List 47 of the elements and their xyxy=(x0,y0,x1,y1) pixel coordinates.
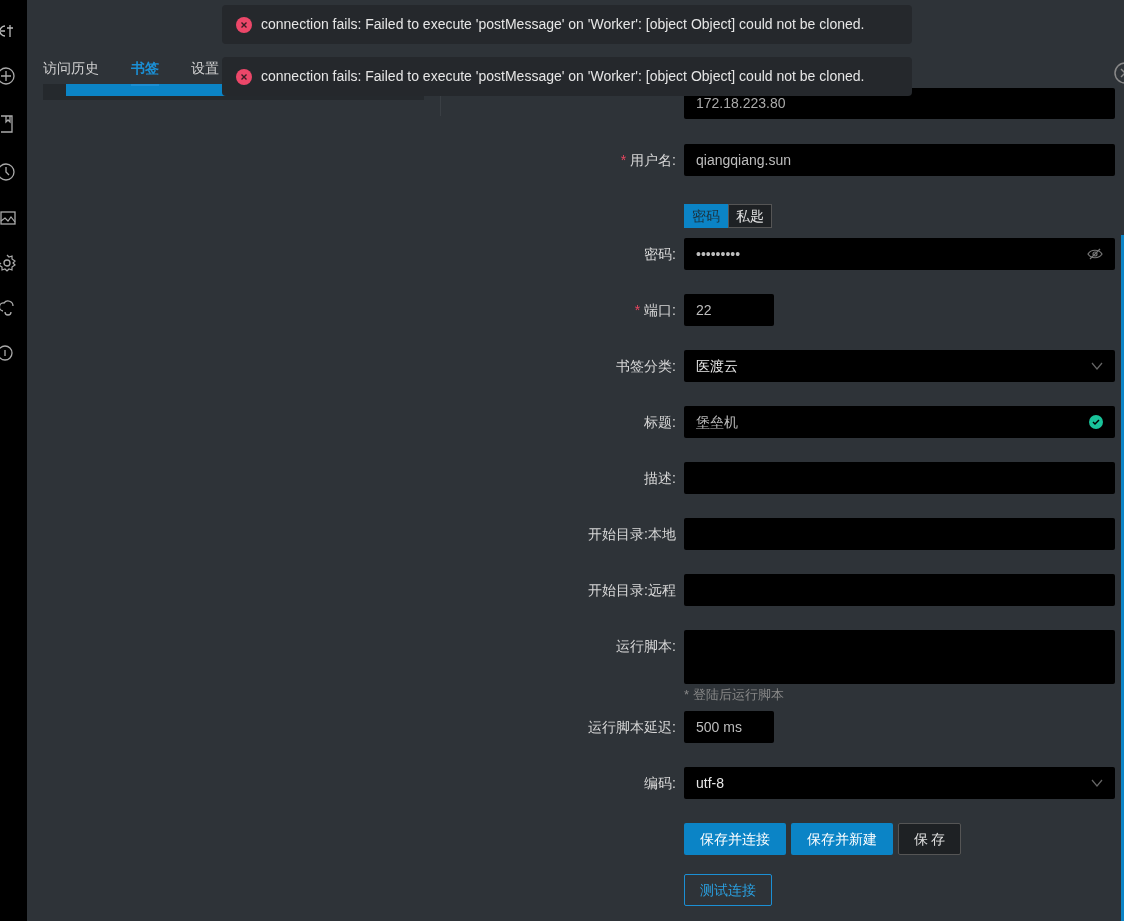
logo-icon xyxy=(0,24,14,38)
input-field[interactable]: ••••••••• xyxy=(684,238,1115,270)
info-icon[interactable] xyxy=(0,344,14,362)
test-connection-button[interactable]: 测试连接 xyxy=(684,874,772,906)
field-label: 端口: xyxy=(644,300,676,320)
field-label: 运行脚本延迟: xyxy=(588,717,676,737)
form-button[interactable]: 保 存 xyxy=(898,823,961,855)
select-field[interactable]: utf-8 xyxy=(684,767,1115,799)
chevron-down-icon xyxy=(1091,779,1103,787)
field-label: 用户名: xyxy=(630,150,676,170)
select-field[interactable]: 医渡云 xyxy=(684,350,1115,382)
bookmark-icon[interactable] xyxy=(0,114,14,134)
plus-icon[interactable] xyxy=(0,66,16,86)
input-field[interactable] xyxy=(684,574,1115,606)
form-button[interactable]: 保存并连接 xyxy=(684,823,786,855)
check-circle-icon xyxy=(1089,415,1103,429)
field-label: 编码: xyxy=(644,773,676,793)
input-field[interactable]: 500 ms xyxy=(684,711,774,743)
hint-text: * 登陆后运行脚本 xyxy=(684,687,785,703)
error-message: connection fails: Failed to execute 'postMessage' on 'Worker': [object Object] could not be cloned. xyxy=(261,67,865,86)
cloud-sync-icon[interactable] xyxy=(0,300,16,316)
tab[interactable]: 设置 xyxy=(191,52,219,86)
field-label: 描述: xyxy=(644,468,676,488)
tab[interactable]: 访问历史 xyxy=(43,52,99,86)
field-label: 标题: xyxy=(644,412,676,432)
field-label: 开始目录:本地 xyxy=(588,524,676,544)
input-field[interactable] xyxy=(684,518,1115,550)
chevron-down-icon xyxy=(1091,362,1103,370)
input-field[interactable]: qiangqiang.sun xyxy=(684,144,1115,176)
clock-icon[interactable] xyxy=(0,162,16,182)
field-label: 开始目录:远程 xyxy=(588,580,676,600)
settings-icon[interactable] xyxy=(0,254,16,272)
field-label: 书签分类: xyxy=(616,356,676,376)
toggle-option[interactable]: 私匙 xyxy=(728,204,772,228)
input-field[interactable]: 22 xyxy=(684,294,774,326)
input-field[interactable]: 堡垒机 xyxy=(684,406,1115,438)
required-mark: * xyxy=(620,150,627,170)
required-mark: * xyxy=(634,300,641,320)
image-icon[interactable] xyxy=(0,210,16,226)
scrollbar[interactable] xyxy=(1121,235,1124,921)
field-label: 运行脚本: xyxy=(616,636,676,656)
eye-off-icon[interactable] xyxy=(1087,248,1103,260)
field-label: 密码: xyxy=(644,244,676,264)
error-icon xyxy=(236,68,252,85)
form-button[interactable]: 保存并新建 xyxy=(791,823,893,855)
error-icon xyxy=(236,16,252,33)
error-message: connection fails: Failed to execute 'postMessage' on 'Worker': [object Object] could not be cloned. xyxy=(261,15,865,34)
